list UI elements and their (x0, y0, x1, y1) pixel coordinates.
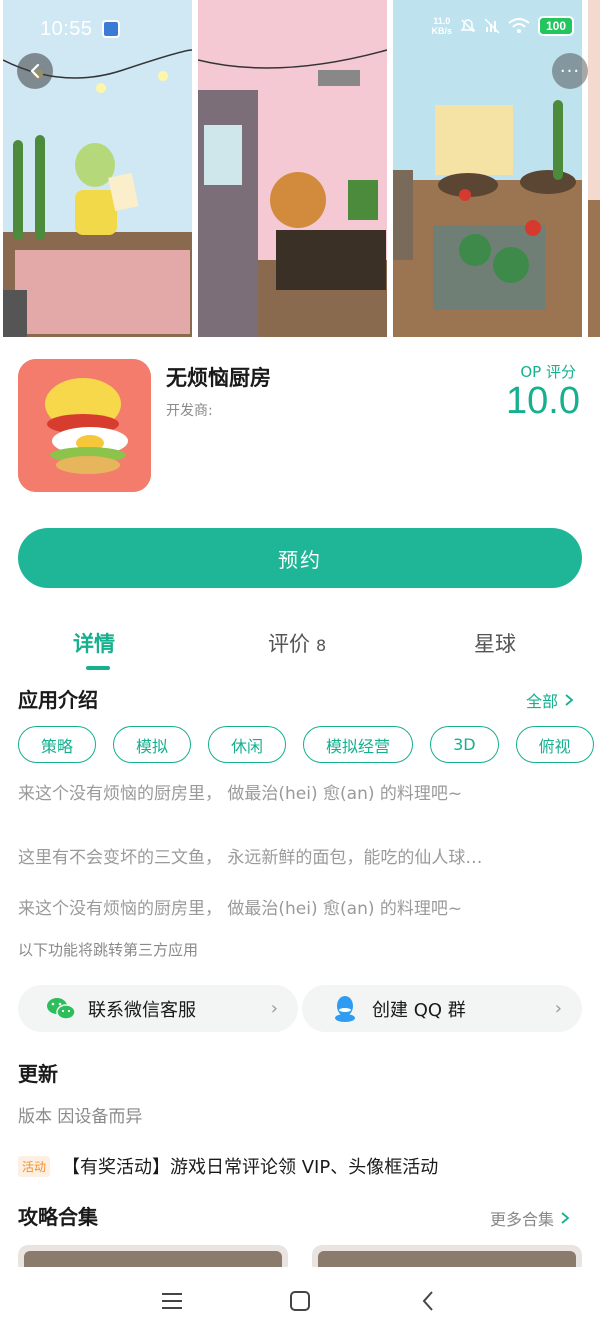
tag-business-sim[interactable]: 模拟经营 (303, 726, 414, 763)
description-line-2: 这里有不会变坏的三文鱼， 永远新鲜的面包，能吃的仙人球… (18, 848, 483, 868)
more-guides-link[interactable]: 更多合集 (490, 1206, 570, 1230)
create-qq-group-label: 创建 QQ 群 (372, 999, 466, 1021)
intro-all-link[interactable]: 全部 (526, 688, 574, 712)
update-title: 更新 (18, 1062, 58, 1086)
tab-planet[interactable]: 星球 (474, 628, 516, 658)
tag-strategy[interactable]: 策略 (18, 726, 97, 763)
battery-indicator: 100 (537, 16, 574, 36)
wechat-support-label: 联系微信客服 (88, 999, 196, 1021)
app-title: 无烦恼厨房 (166, 366, 271, 390)
reserve-button[interactable]: 预约 (18, 528, 582, 588)
wechat-support-button[interactable]: 联系微信客服 › (18, 985, 298, 1032)
screenshot-2[interactable] (198, 0, 387, 337)
create-qq-group-button[interactable]: 创建 QQ 群 › (302, 985, 582, 1032)
developer-label: 开发商: (166, 403, 213, 419)
tab-reviews[interactable]: 评价 8 (268, 628, 326, 658)
intro-title: 应用介绍 (18, 688, 98, 712)
guide-card-thumbnail (318, 1251, 576, 1267)
tag-simulation[interactable]: 模拟 (113, 726, 192, 763)
guide-card[interactable] (312, 1245, 582, 1267)
more-dots-icon: ··· (559, 60, 581, 82)
system-back-button[interactable] (413, 1286, 443, 1316)
wechat-icon (46, 994, 76, 1024)
wifi-icon (508, 18, 530, 33)
version-info: 版本 因设备而异 (18, 1107, 143, 1127)
status-time: 10:55 (40, 18, 93, 40)
screenshot-4[interactable] (588, 0, 600, 337)
tab-details[interactable]: 详情 (73, 628, 115, 658)
guides-title: 攻略合集 (18, 1205, 98, 1229)
chevron-right-icon (561, 1212, 570, 1224)
chevron-right-icon: › (270, 998, 278, 1019)
tag-list: 策略 模拟 休闲 模拟经营 3D 俯视 (18, 726, 594, 763)
description-line-3: 来这个没有烦恼的厨房里， 做最治(hei) 愈(an) 的料理吧~ (18, 899, 463, 919)
screenshot-3[interactable] (393, 0, 582, 337)
back-button[interactable] (17, 53, 53, 89)
menu-button[interactable] (157, 1286, 187, 1316)
review-count: 8 (316, 636, 327, 655)
screenshot-1[interactable] (3, 0, 192, 337)
description-line-1: 来这个没有烦恼的厨房里， 做最治(hei) 愈(an) 的料理吧~ (18, 784, 463, 804)
qq-icon (330, 994, 360, 1024)
score-label: OP 评分 (520, 363, 576, 381)
home-button[interactable] (285, 1286, 315, 1316)
activity-item[interactable]: 活动 【有奖活动】游戏日常评论领 VIP、头像框活动 (18, 1153, 438, 1179)
system-navigation-bar (0, 1268, 600, 1333)
screenshot-gallery[interactable]: 10:55 11.0 KB/s 100 ··· (0, 0, 600, 337)
guide-card-thumbnail (24, 1251, 282, 1267)
no-sim-icon (484, 18, 500, 34)
chevron-right-icon (565, 694, 574, 706)
activity-text: 【有奖活动】游戏日常评论领 VIP、头像框活动 (62, 1157, 439, 1178)
more-options-button[interactable]: ··· (552, 53, 588, 89)
status-icons: 11.0 KB/s 100 (431, 16, 574, 36)
back-chevron-icon (422, 1291, 433, 1311)
tag-casual[interactable]: 休闲 (208, 726, 287, 763)
home-square-icon (290, 1291, 310, 1311)
mute-icon (460, 19, 476, 33)
activity-badge: 活动 (18, 1155, 51, 1177)
network-speed: 11.0 KB/s (431, 16, 452, 36)
menu-icon (162, 1293, 182, 1309)
active-tab-indicator (86, 666, 110, 670)
guide-card[interactable] (18, 1245, 288, 1267)
third-party-note: 以下功能将跳转第三方应用 (18, 941, 199, 959)
tag-top-down[interactable]: 俯视 (515, 726, 594, 763)
tag-3d[interactable]: 3D (430, 726, 499, 763)
calendar-notification-icon (102, 20, 120, 38)
chevron-right-icon: › (554, 998, 562, 1019)
tab-reviews-label: 评价 (268, 632, 310, 656)
back-arrow-icon (30, 63, 40, 79)
score-value: 10.0 (506, 380, 580, 422)
app-icon (18, 359, 151, 492)
